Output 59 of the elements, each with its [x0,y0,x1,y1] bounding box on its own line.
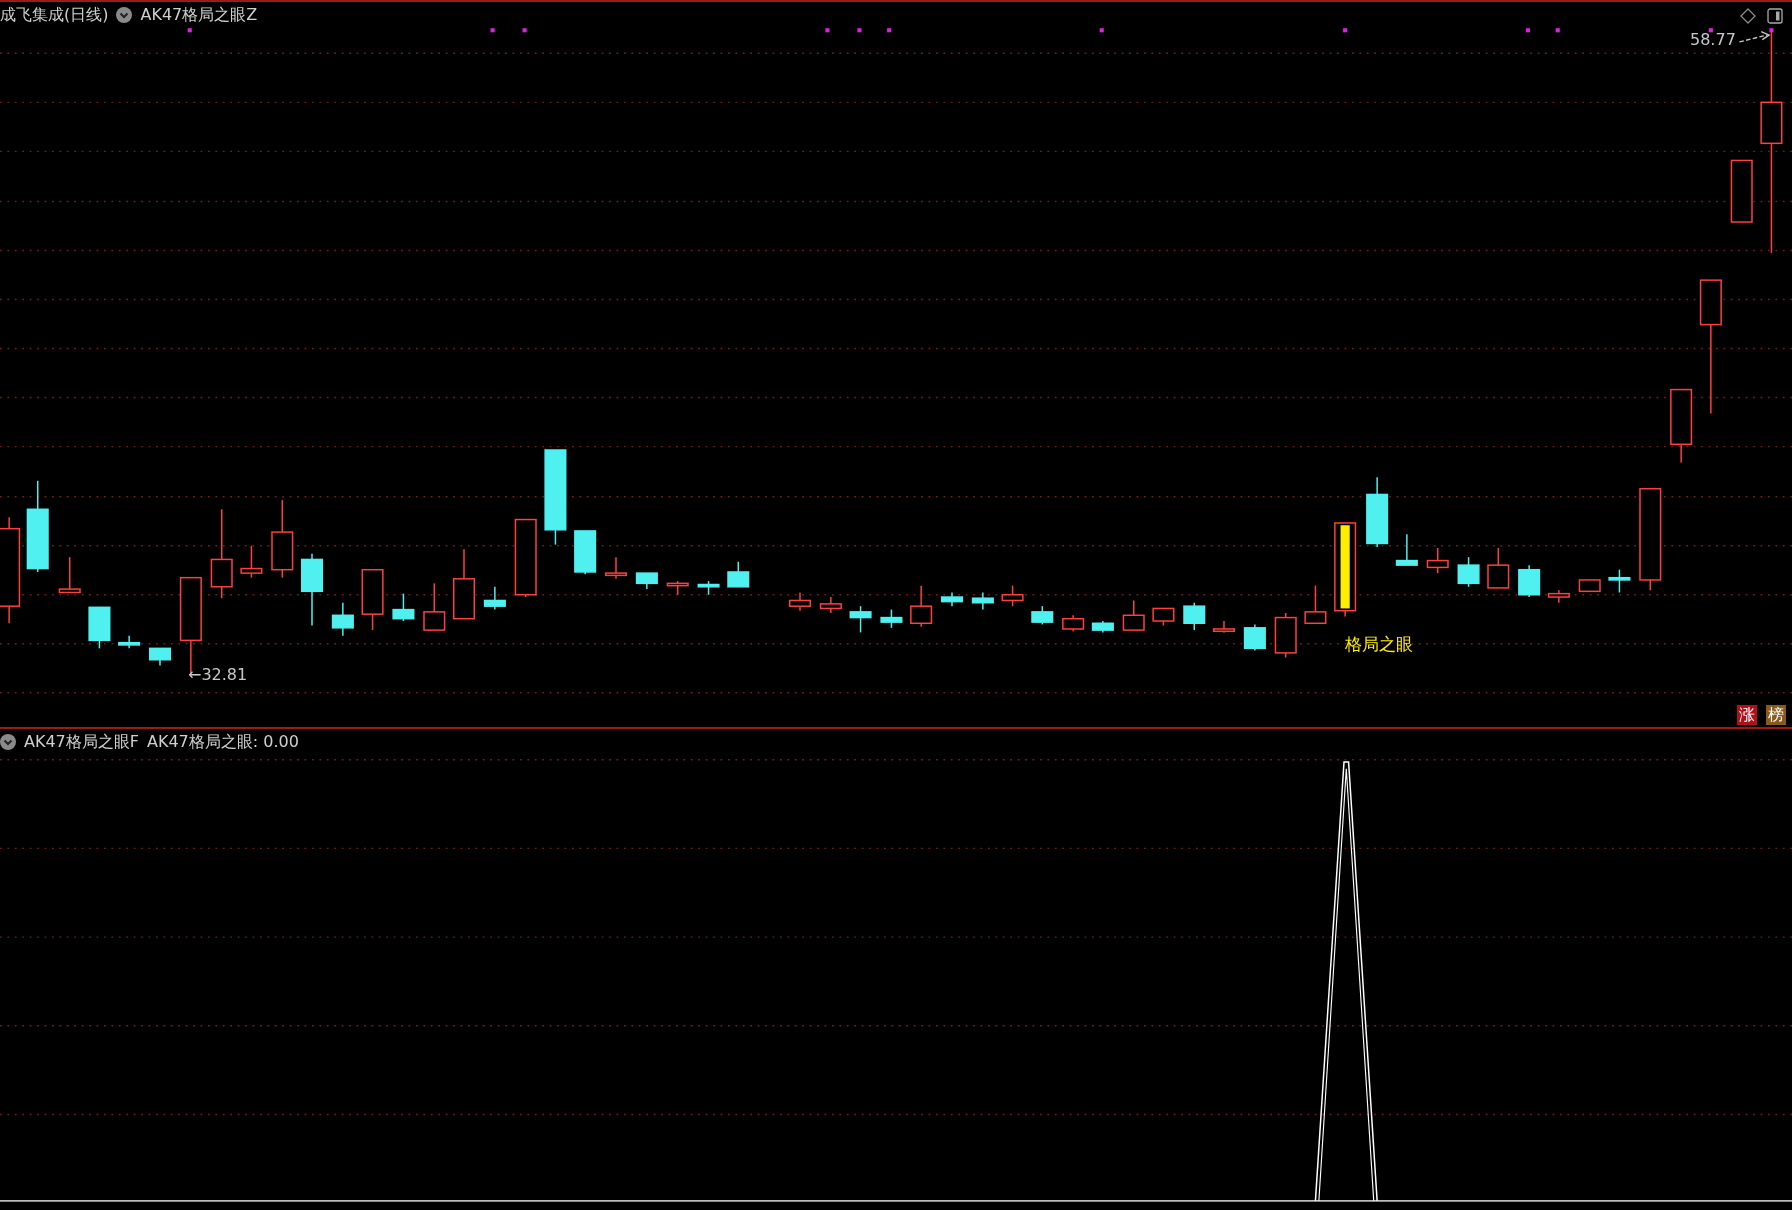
candlestick [697,580,720,596]
candlestick [1183,602,1206,631]
candlestick [727,560,750,588]
candlestick [1578,579,1601,593]
candlestick [1457,556,1480,588]
candlestick [574,530,597,575]
candlestick [1395,533,1418,566]
candlestick [1487,547,1510,589]
candlestick [148,647,172,667]
candlestick [635,572,658,590]
candlestick [910,584,933,628]
candlestick [1608,568,1631,594]
candlestick [423,582,446,631]
candlestick [331,602,354,637]
arrow-icon [1738,30,1771,43]
candlestick [940,591,964,607]
candlestick [788,591,812,612]
high-price-label: 58.77 [1690,31,1736,49]
candlestick [849,605,872,634]
candlestick [1152,607,1175,627]
candlestick [1518,564,1541,598]
candlestick [452,548,476,620]
candlestick [483,586,506,611]
candlestick [880,608,903,629]
diamond-icon[interactable] [1740,8,1756,24]
candlestick [1426,547,1449,574]
stock-title: 成飞集成(日线) [0,5,109,25]
candlestick [392,592,415,622]
rank-tag[interactable]: 涨 [1737,705,1757,725]
candlestick [118,635,141,650]
candlestick [1366,476,1389,548]
candlestick [971,591,994,611]
candlestick [1547,589,1570,604]
rank-tag[interactable]: 榜 [1766,705,1786,725]
candlestick [1243,623,1266,652]
low-price-label: ←32.81 [188,666,248,684]
candlestick [58,556,81,594]
candlestick [240,545,263,579]
candlestick [666,580,689,596]
candlestick [1274,612,1297,659]
window-icon[interactable] [1767,8,1783,24]
candlestick [1001,584,1024,607]
candlestick [1091,620,1114,634]
signal-label: 格局之眼 [1345,634,1413,654]
indicator-name: AK47格局之眼F [24,732,139,752]
dropdown-icon[interactable] [0,734,16,750]
candlestick [1122,599,1145,631]
candlestick [819,596,842,614]
candlestick [1031,605,1054,626]
candlestick [604,556,628,580]
candlestick [1062,614,1085,632]
candlestick [88,606,111,650]
candlestick [1304,584,1327,624]
candlestick [1212,620,1236,634]
candlestick [1730,159,1753,223]
indicator-name: AK47格局之眼Z [140,5,258,25]
candlestick [361,568,384,631]
dropdown-icon[interactable] [116,7,133,23]
indicator-reading: AK47格局之眼: 0.00 [147,732,299,752]
